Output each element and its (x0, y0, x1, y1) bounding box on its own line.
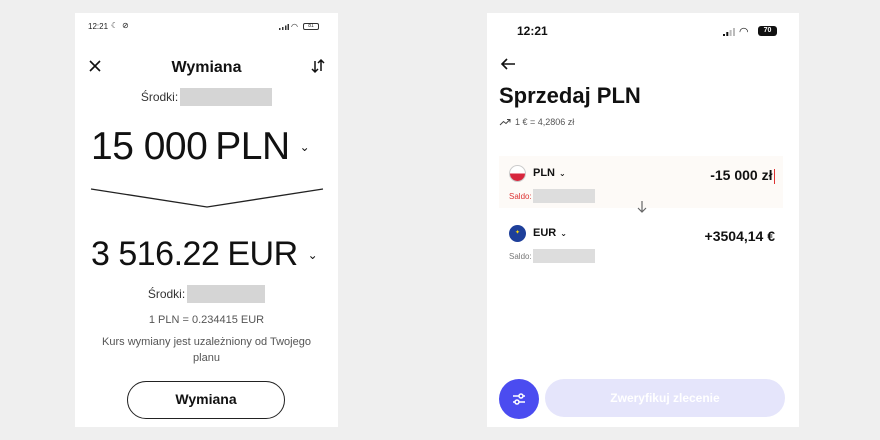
mute-icon: ⊘ (122, 21, 129, 30)
exchange-button[interactable]: Wymiana (127, 381, 285, 419)
chevron-down-icon: ⌄ (560, 229, 567, 238)
exchange-rate: 1 € = 4,2806 zł (499, 117, 574, 127)
source-currency: PLN (215, 125, 290, 168)
source-amount-value: 15 000 (91, 125, 208, 168)
rate-note: Kurs wymiany jest uzależniony od Twojego… (102, 336, 311, 364)
exchange-rate: 1 PLN = 0.234415 EUR (148, 314, 265, 326)
currency-selector[interactable]: EUR ⌄ (533, 227, 567, 239)
battery-indicator: 70 (758, 26, 777, 36)
exchange-screen-left: 12:21 ☾ ⊘ ◠ 81 Wymiana Środki: 15 000 PL… (75, 13, 338, 427)
sliders-icon (513, 393, 525, 405)
target-amount-value: +3504,14 € (704, 228, 775, 244)
filter-button[interactable] (499, 379, 539, 419)
target-amount[interactable]: 3 516.22 EUR ⌄ (91, 235, 331, 274)
target-currency: EUR (227, 235, 298, 273)
arrow-down-icon (637, 201, 647, 213)
balance: Saldo: (509, 249, 595, 263)
exchange-rate-text: 1 € = 4,2806 zł (515, 117, 575, 127)
page-title: Wymiana (171, 59, 242, 76)
hidden-balance (532, 189, 595, 203)
sell-screen-right: 12:21 ◠ 70 Sprzedaj PLN 1 € = 4,2806 zł … (487, 13, 799, 427)
signal-icon (279, 24, 289, 30)
swap-icon[interactable] (309, 57, 327, 75)
back-arrow-icon[interactable] (499, 56, 517, 72)
target-funds: Środki: (75, 285, 338, 303)
source-amount-value: -15 000 zł (710, 167, 773, 183)
balance: Saldo: (509, 189, 595, 203)
trend-up-icon (499, 119, 511, 126)
hidden-balance (532, 249, 595, 263)
poland-flag-icon (509, 165, 526, 182)
text-cursor (773, 168, 775, 184)
currency-code: EUR (533, 227, 557, 239)
saldo-label: Saldo: (509, 191, 532, 201)
signal-icon (723, 28, 735, 36)
hidden-balance (187, 285, 266, 303)
target-amount-value: 3 516.22 (91, 235, 220, 273)
wifi-icon: ◠ (739, 26, 749, 38)
status-time: 12:21 (88, 22, 109, 31)
conversion-arrow-icon (90, 188, 324, 208)
funds-label: Środki: (140, 90, 179, 104)
page-title: Sprzedaj PLN (499, 83, 641, 108)
eu-flag-icon: ✦ (509, 225, 526, 242)
moon-icon: ☾ (111, 21, 119, 30)
currency-code: PLN (533, 167, 555, 179)
target-currency-row[interactable]: ✦ EUR ⌄ Saldo: +3504,14 € (499, 218, 783, 268)
source-funds: Środki: (75, 88, 338, 106)
funds-label: Środki: (147, 287, 186, 301)
chevron-down-icon: ⌄ (559, 169, 566, 178)
status-time: 12:21 (517, 24, 548, 38)
currency-selector[interactable]: PLN ⌄ (533, 167, 566, 179)
source-amount[interactable]: 15 000 PLN ⌄ (91, 125, 331, 169)
chevron-down-icon[interactable]: ⌄ (308, 248, 318, 262)
hidden-balance (180, 88, 273, 106)
battery-indicator: 81 (303, 23, 319, 30)
source-amount-input[interactable]: -15 000 zł (710, 167, 775, 184)
wifi-icon: ◠ (291, 22, 298, 31)
status-bar: 12:21 ☾ ⊘ ◠ 81 (75, 13, 338, 39)
verify-order-button[interactable]: Zweryfikuj zlecenie (545, 379, 785, 417)
saldo-label: Saldo: (509, 251, 532, 261)
chevron-down-icon[interactable]: ⌄ (300, 140, 310, 154)
